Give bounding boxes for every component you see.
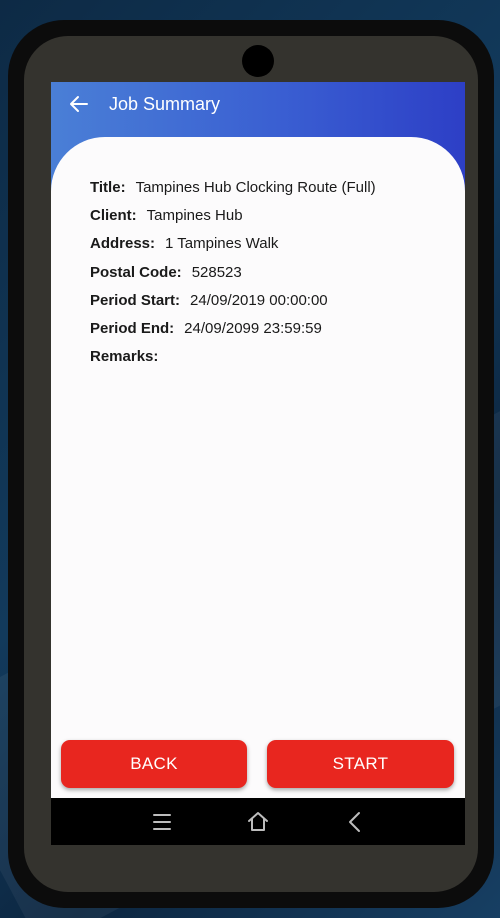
job-details: Title: Tampines Hub Clocking Route (Full)… — [90, 178, 376, 375]
detail-row-period-end: Period End: 24/09/2099 23:59:59 — [90, 319, 376, 347]
app-screen: Job Summary Title: Tampines Hub Clocking … — [51, 82, 465, 845]
detail-row-period-start: Period Start: 24/09/2019 00:00:00 — [90, 291, 376, 319]
detail-value: 528523 — [191, 263, 242, 281]
detail-row-remarks: Remarks: — [90, 347, 376, 375]
detail-row-title: Title: Tampines Hub Clocking Route (Full) — [90, 178, 376, 206]
system-nav-bar — [51, 798, 465, 845]
detail-value: 24/09/2099 23:59:59 — [184, 319, 322, 337]
detail-row-postal-code: Postal Code: 528523 — [90, 263, 376, 291]
detail-row-client: Client: Tampines Hub — [90, 206, 376, 234]
camera-icon — [242, 45, 274, 77]
home-icon[interactable] — [244, 808, 272, 836]
page-title: Job Summary — [109, 94, 221, 114]
detail-label: Client: — [90, 207, 137, 225]
detail-value: 1 Tampines Walk — [165, 235, 279, 253]
chevron-left-icon[interactable] — [341, 808, 369, 836]
detail-value: 24/09/2019 00:00:00 — [190, 291, 328, 309]
detail-value: Tampines Hub Clocking Route (Full) — [135, 179, 376, 196]
arrow-left-icon[interactable] — [67, 92, 91, 116]
detail-row-address: Address: 1 Tampines Walk — [90, 234, 376, 262]
start-button[interactable]: START — [267, 740, 454, 788]
back-button[interactable]: BACK — [61, 740, 247, 788]
detail-label: Address: — [90, 235, 156, 253]
menu-icon[interactable] — [149, 808, 177, 836]
detail-label: Remarks: — [90, 348, 159, 366]
detail-value: Tampines Hub — [146, 207, 243, 225]
detail-label: Period Start: — [90, 291, 181, 309]
detail-label: Title: — [90, 179, 126, 196]
detail-label: Period End: — [90, 319, 175, 337]
detail-label: Postal Code: — [90, 263, 182, 281]
